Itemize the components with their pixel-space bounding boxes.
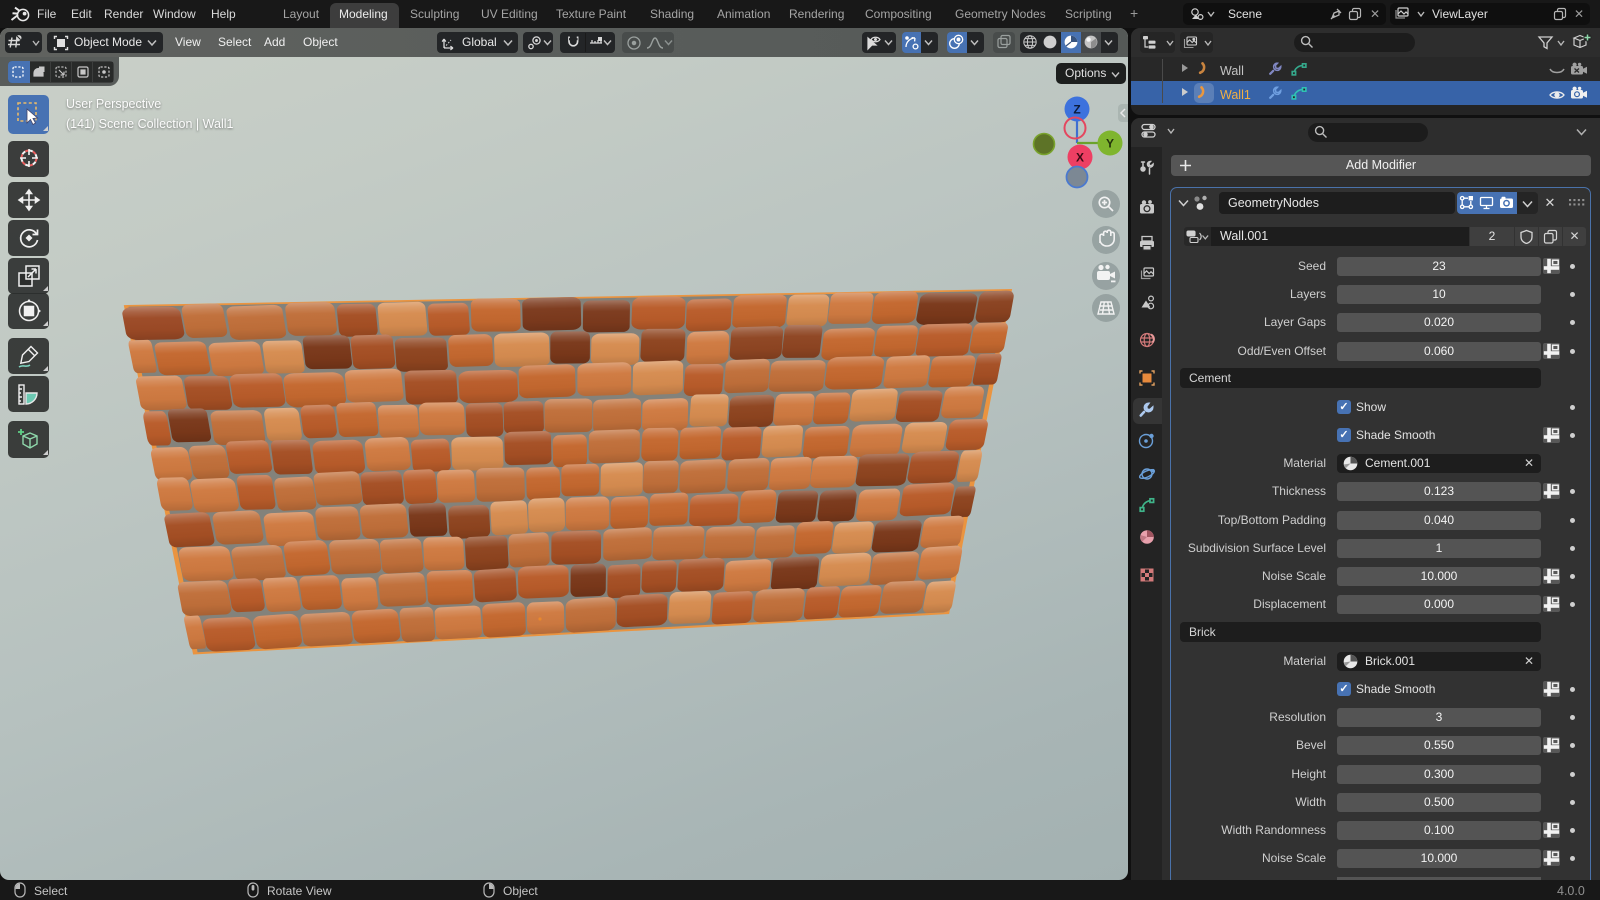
svg-text:X: X xyxy=(1076,151,1084,165)
svg-text:Z: Z xyxy=(1073,103,1080,117)
svg-text:Y: Y xyxy=(1106,137,1114,151)
